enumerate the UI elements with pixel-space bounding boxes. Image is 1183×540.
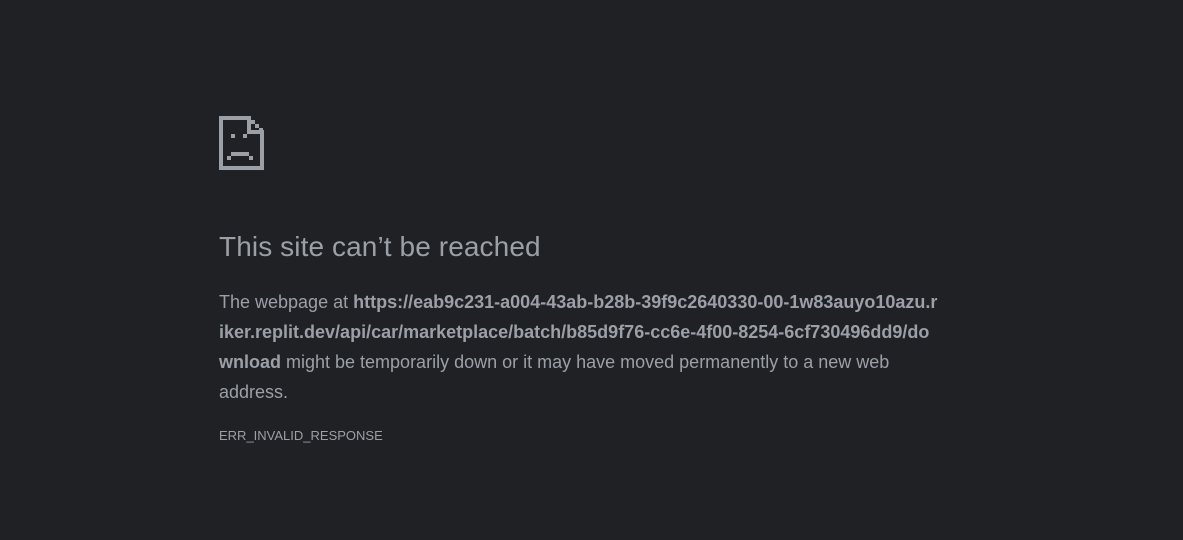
error-page: This site can’t be reached The webpage a… xyxy=(0,0,1183,540)
message-suffix: might be temporarily down or it may have… xyxy=(219,352,890,402)
message-prefix: The webpage at xyxy=(219,292,354,312)
page-title: This site can’t be reached xyxy=(219,231,541,262)
error-content: This site can’t be reached The webpage a… xyxy=(219,116,939,443)
error-code: ERR_INVALID_RESPONSE xyxy=(219,428,383,443)
sad-document-icon xyxy=(219,116,265,172)
error-message: The webpage at https://eab9c231-a004-43a… xyxy=(219,287,939,407)
